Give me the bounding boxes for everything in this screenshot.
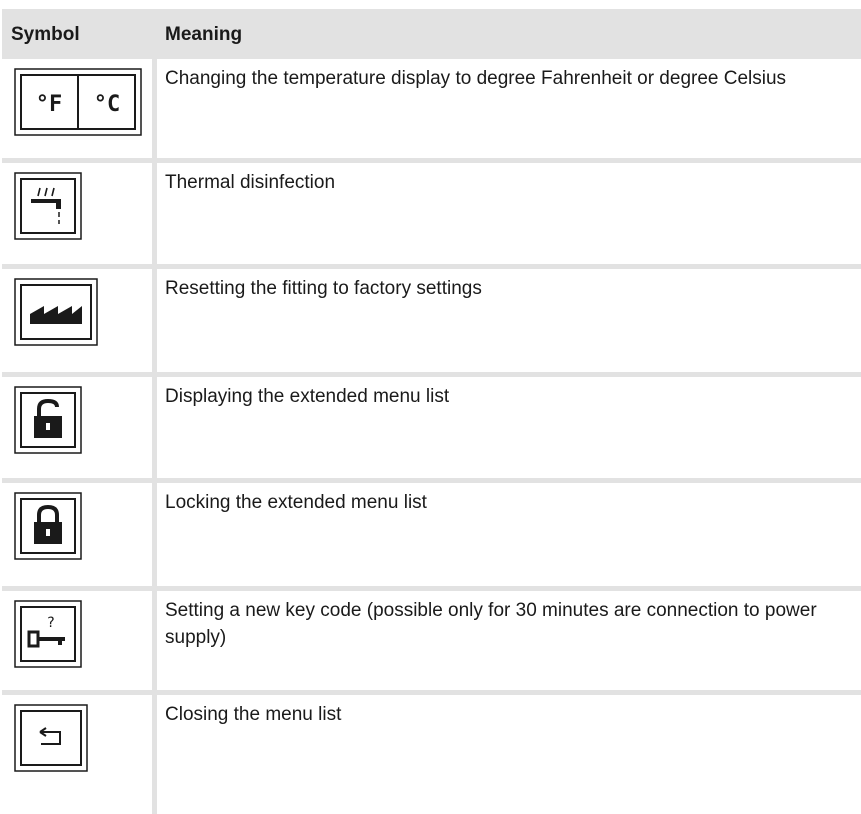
symbol-cell bbox=[2, 695, 152, 814]
celsius-glyph: °C bbox=[94, 92, 121, 117]
header-meaning: Meaning bbox=[165, 24, 243, 45]
question-glyph: ? bbox=[47, 615, 54, 631]
meaning-text: Setting a new key code (possible only fo… bbox=[165, 600, 817, 648]
factory-icon bbox=[14, 278, 98, 346]
return-arrow-icon bbox=[14, 704, 88, 772]
table-row: Locking the extended menu list bbox=[2, 483, 861, 591]
symbol-cell bbox=[2, 483, 152, 591]
meaning-text: Locking the extended menu list bbox=[165, 492, 427, 513]
meaning-text: Resetting the fitting to factory setting… bbox=[165, 278, 482, 299]
unlocked-padlock-icon bbox=[14, 386, 82, 454]
symbol-cell: ? bbox=[2, 591, 152, 695]
table-row: ? Setting a new key code (possible only … bbox=[2, 591, 861, 695]
table-row: Closing the menu list bbox=[2, 695, 861, 814]
fahrenheit-celsius-icon: °F °C bbox=[14, 68, 142, 136]
key-question-icon: ? bbox=[14, 600, 82, 668]
symbol-cell bbox=[2, 269, 152, 377]
fahrenheit-glyph: °F bbox=[36, 92, 63, 117]
table-row: Resetting the fitting to factory setting… bbox=[2, 269, 861, 377]
thermal-disinfection-icon bbox=[14, 172, 82, 240]
symbol-cell bbox=[2, 377, 152, 483]
symbol-cell bbox=[2, 163, 152, 269]
symbol-cell: °F °C bbox=[2, 59, 152, 163]
table-row: Thermal disinfection bbox=[2, 163, 861, 269]
locked-padlock-icon bbox=[14, 492, 82, 560]
meaning-text: Closing the menu list bbox=[165, 704, 342, 725]
table-header: Symbol Meaning bbox=[2, 9, 861, 59]
meaning-text: Displaying the extended menu list bbox=[165, 386, 450, 407]
header-symbol: Symbol bbox=[11, 24, 80, 45]
table-row: °F °C Changing the temperature display t… bbox=[2, 59, 861, 163]
meaning-text: Thermal disinfection bbox=[165, 172, 336, 193]
meaning-text: Changing the temperature display to degr… bbox=[165, 68, 787, 89]
table-row: Displaying the extended menu list bbox=[2, 377, 861, 483]
